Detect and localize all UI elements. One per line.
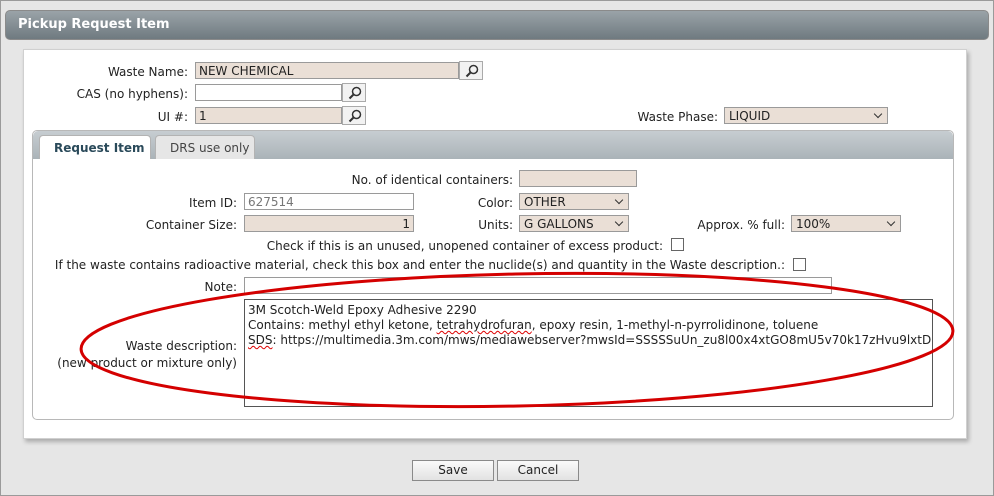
tab-bar: Request Item DRS use only bbox=[33, 131, 953, 159]
radioactive-checkbox[interactable] bbox=[793, 258, 806, 271]
waste-phase-value: LIQUID bbox=[729, 109, 771, 123]
cas-label: CAS (no hyphens): bbox=[76, 87, 188, 101]
cancel-button[interactable]: Cancel bbox=[497, 460, 579, 481]
waste-phase-label: Waste Phase: bbox=[637, 110, 718, 124]
waste-description-sublabel: (new product or mixture only) bbox=[57, 356, 237, 370]
dialog-titlebar: Pickup Request Item bbox=[5, 10, 989, 40]
description-text: : https://multimedia.3m.com/mws/mediaweb… bbox=[272, 333, 933, 347]
item-id-field: 627514 bbox=[244, 193, 414, 210]
unused-container-checkbox[interactable] bbox=[671, 238, 684, 251]
color-label: Color: bbox=[477, 196, 513, 210]
description-line: Contains: methyl ethyl ketone, tetrahydr… bbox=[248, 318, 929, 333]
misspelled-word: SDS bbox=[248, 333, 273, 347]
color-value: OTHER bbox=[524, 195, 566, 209]
description-text: Contains: methyl ethyl ketone, bbox=[248, 318, 437, 332]
waste-name-search-button[interactable] bbox=[459, 61, 483, 80]
dialog-window: Pickup Request Item Waste Name: NEW CHEM… bbox=[0, 0, 994, 496]
approx-full-value: 100% bbox=[796, 217, 831, 231]
note-label: Note: bbox=[204, 280, 237, 294]
units-label: Units: bbox=[478, 218, 513, 232]
approx-full-label: Approx. % full: bbox=[697, 218, 785, 232]
chevron-down-icon bbox=[614, 195, 624, 205]
waste-description-label: Waste description: bbox=[125, 339, 237, 353]
waste-name-field[interactable]: NEW CHEMICAL bbox=[195, 62, 459, 79]
search-icon bbox=[348, 109, 362, 123]
ui-number-field[interactable]: 1 bbox=[195, 107, 342, 124]
search-icon bbox=[465, 64, 479, 78]
identical-containers-label: No. of identical containers: bbox=[351, 173, 513, 187]
ui-number-search-button[interactable] bbox=[342, 106, 366, 125]
note-field[interactable] bbox=[244, 277, 832, 294]
description-text: , epoxy resin, 1-methyl-n-pyrrolidinone,… bbox=[531, 318, 819, 332]
tab-request-item[interactable]: Request Item bbox=[39, 135, 151, 159]
units-value: G GALLONS bbox=[524, 217, 594, 231]
radioactive-label: If the waste contains radioactive materi… bbox=[54, 258, 785, 272]
form-panel: Waste Name: NEW CHEMICAL CAS (no hyphens… bbox=[23, 49, 967, 439]
waste-phase-select[interactable]: LIQUID bbox=[724, 107, 888, 124]
container-size-label: Container Size: bbox=[145, 218, 237, 232]
cas-field[interactable] bbox=[195, 84, 342, 101]
tab-container: Request Item DRS use only No. of identic… bbox=[32, 130, 954, 420]
cas-search-button[interactable] bbox=[342, 83, 366, 102]
misspelled-word: tetrahydrofuran bbox=[436, 318, 532, 332]
search-icon bbox=[348, 86, 362, 100]
color-select[interactable]: OTHER bbox=[519, 193, 629, 210]
waste-name-label: Waste Name: bbox=[107, 65, 188, 79]
description-line: SDS: https://multimedia.3m.com/mws/media… bbox=[248, 333, 932, 348]
unused-container-label: Check if this is an unused, unopened con… bbox=[266, 239, 663, 253]
tab-drs-use-only[interactable]: DRS use only bbox=[155, 135, 255, 159]
chevron-down-icon bbox=[873, 109, 883, 119]
approx-full-select[interactable]: 100% bbox=[791, 215, 901, 232]
identical-containers-field[interactable] bbox=[519, 170, 637, 187]
chevron-down-icon bbox=[614, 217, 624, 227]
dialog-title: Pickup Request Item bbox=[18, 17, 170, 32]
units-select[interactable]: G GALLONS bbox=[519, 215, 629, 232]
item-id-label: Item ID: bbox=[189, 196, 237, 210]
waste-description-textarea[interactable]: 3M Scotch-Weld Epoxy Adhesive 2290 Conta… bbox=[244, 299, 933, 407]
chevron-down-icon bbox=[886, 217, 896, 227]
container-size-field[interactable]: 1 bbox=[244, 215, 414, 232]
save-button[interactable]: Save bbox=[412, 460, 494, 481]
description-line: 3M Scotch-Weld Epoxy Adhesive 2290 bbox=[248, 303, 477, 317]
ui-number-label: UI #: bbox=[157, 110, 188, 124]
